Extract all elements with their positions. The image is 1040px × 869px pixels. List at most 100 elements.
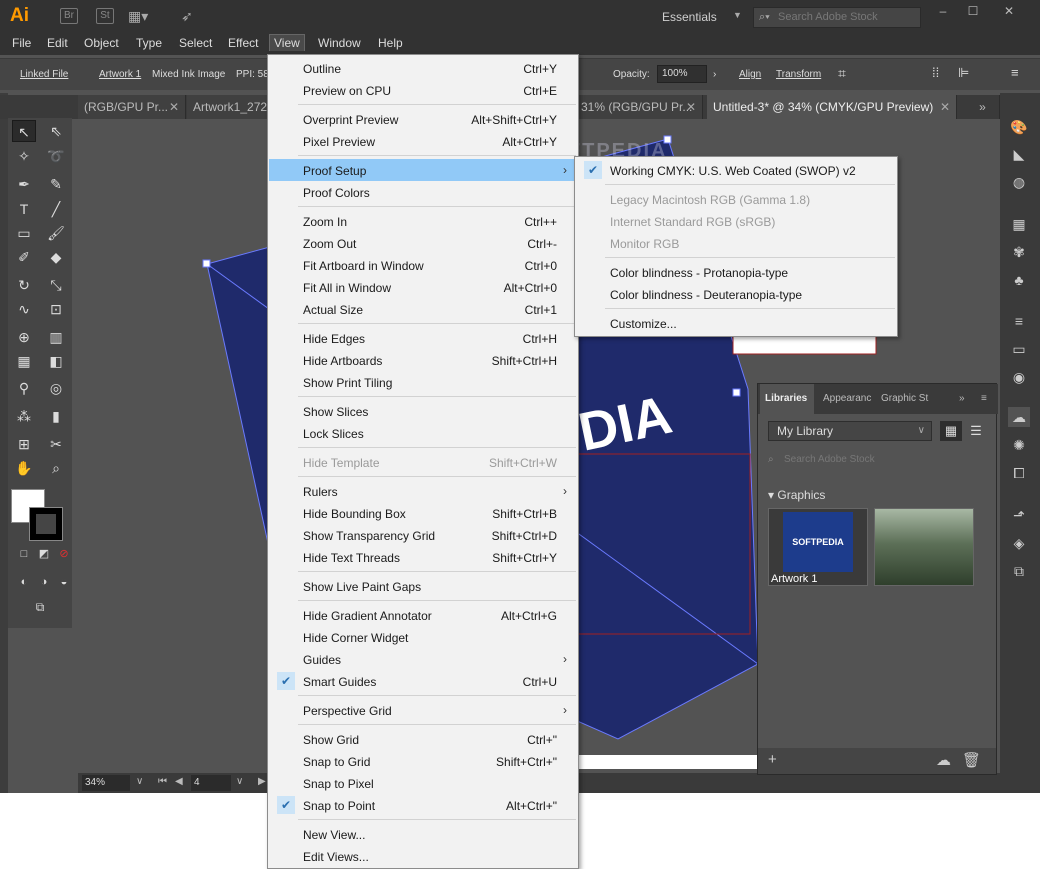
menu-item-smart-guides[interactable]: ✔ Smart Guides Ctrl+U: [269, 670, 577, 692]
distribute-icon[interactable]: ⊫: [958, 65, 969, 81]
draw-inside-icon[interactable]: ◒: [52, 571, 76, 593]
rectangle-tool-icon[interactable]: ▭: [12, 222, 36, 244]
blend-tool-icon[interactable]: ◎: [44, 377, 68, 399]
tab-libraries[interactable]: Libraries: [760, 384, 814, 414]
panel-menu-icon[interactable]: ≡: [1011, 65, 1019, 80]
minimize-button[interactable]: –: [928, 4, 958, 18]
menu-item-show-transparency-grid[interactable]: Show Transparency Grid Shift+Ctrl+D: [269, 524, 577, 546]
tab-doc-active[interactable]: Untitled-3* @ 34% (CMYK/GPU Preview) ✕: [707, 95, 957, 119]
menu-item-perspective-grid[interactable]: Perspective Grid ›: [269, 699, 577, 721]
pen-tool-icon[interactable]: ✒: [12, 173, 36, 195]
tab-doc-3[interactable]: 31% (RGB/GPU Pr... ✕: [575, 95, 703, 119]
rotate-tool-icon[interactable]: ↻: [12, 274, 36, 296]
menu-item-overprint-preview[interactable]: Overprint Preview Alt+Shift+Ctrl+Y: [269, 108, 577, 130]
workspace-switcher[interactable]: Essentials: [662, 10, 717, 24]
mesh-tool-icon[interactable]: ▦: [12, 350, 36, 372]
slice-tool-icon[interactable]: ✂: [44, 433, 68, 455]
grid-view-icon[interactable]: ▦: [940, 421, 962, 441]
chevron-down-icon[interactable]: ∨: [136, 776, 143, 787]
type-tool-icon[interactable]: T: [12, 198, 36, 220]
add-content-icon[interactable]: +: [768, 751, 777, 768]
menu-item-guides[interactable]: Guides ›: [269, 648, 577, 670]
submenu-item-deuteranopia[interactable]: Color blindness - Deuteranopia-type: [576, 283, 898, 305]
stroke-icon[interactable]: ≡: [1008, 311, 1030, 331]
zoom-field[interactable]: 34%: [82, 775, 130, 791]
menu-item-fit-artboard[interactable]: Fit Artboard in Window Ctrl+0: [269, 254, 577, 276]
chevron-right-icon[interactable]: ›: [713, 69, 716, 80]
creative-cloud-icon[interactable]: ☁: [936, 751, 951, 769]
selection-tool-icon[interactable]: ↖: [12, 120, 36, 142]
stock-icon[interactable]: St: [96, 8, 114, 24]
swatches-icon[interactable]: ▦: [1008, 214, 1030, 234]
symbol-sprayer-tool-icon[interactable]: ⁂: [12, 405, 36, 427]
tab-appearance[interactable]: Appearanc: [818, 384, 873, 414]
color-icon[interactable]: 🎨: [1008, 117, 1030, 137]
menu-view[interactable]: View: [269, 34, 305, 51]
menu-item-lock-slices[interactable]: Lock Slices: [269, 422, 577, 444]
eraser-tool-icon[interactable]: ◆: [44, 246, 68, 268]
paintbrush-tool-icon[interactable]: 🖌: [44, 222, 68, 244]
more-tabs-icon[interactable]: »: [960, 95, 1000, 119]
bridge-icon[interactable]: Br: [60, 8, 78, 24]
submenu-item-working-cmyk[interactable]: ✔ Working CMYK: U.S. Web Coated (SWOP) v2: [576, 159, 898, 181]
stroke-swatch[interactable]: [29, 507, 63, 541]
arrange-documents-icon[interactable]: ▦▾: [128, 8, 148, 24]
trash-icon[interactable]: 🗑: [962, 751, 981, 769]
menu-item-rulers[interactable]: Rulers ›: [269, 480, 577, 502]
linked-file-link[interactable]: Linked File: [20, 69, 68, 80]
submenu-item-protanopia[interactable]: Color blindness - Protanopia-type: [576, 261, 898, 283]
graphic-styles-icon[interactable]: ⧠: [1008, 463, 1030, 483]
menu-item-new-view[interactable]: New View...: [269, 823, 577, 845]
direct-selection-tool-icon[interactable]: ⇖: [44, 120, 68, 142]
menu-item-zoom-out[interactable]: Zoom Out Ctrl+-: [269, 232, 577, 254]
appearance-icon[interactable]: ✺: [1008, 435, 1030, 455]
list-view-icon[interactable]: ☰: [965, 421, 987, 441]
menu-item-preview-on-cpu[interactable]: Preview on CPU Ctrl+E: [269, 79, 577, 101]
zoom-tool-icon[interactable]: ⌕: [44, 457, 68, 479]
menu-item-show-slices[interactable]: Show Slices: [269, 400, 577, 422]
menu-help[interactable]: Help: [378, 36, 403, 50]
scale-tool-icon[interactable]: ⤡: [44, 274, 68, 296]
magic-wand-tool-icon[interactable]: ✧: [12, 145, 36, 167]
arrange-icon[interactable]: ⁞⁞: [932, 65, 939, 80]
menu-item-hide-bounding-box[interactable]: Hide Bounding Box Shift+Ctrl+B: [269, 502, 577, 524]
line-tool-icon[interactable]: ╱: [44, 198, 68, 220]
isolate-icon[interactable]: ⌗: [838, 65, 846, 82]
anchor-point[interactable]: [202, 259, 211, 268]
maximize-button[interactable]: ☐: [958, 4, 988, 18]
opacity-field[interactable]: 100%: [657, 65, 707, 83]
close-button[interactable]: ✕: [994, 4, 1024, 18]
next-artboard-icon[interactable]: ▶: [258, 776, 266, 787]
menu-item-hide-text-threads[interactable]: Hide Text Threads Shift+Ctrl+Y: [269, 546, 577, 568]
artboards-icon[interactable]: ⧉: [1008, 561, 1030, 581]
color-guide-icon[interactable]: ◣: [1008, 144, 1030, 164]
menu-item-hide-artboards[interactable]: Hide Artboards Shift+Ctrl+H: [269, 349, 577, 371]
menu-item-proof-colors[interactable]: Proof Colors: [269, 181, 577, 203]
menu-item-actual-size[interactable]: Actual Size Ctrl+1: [269, 298, 577, 320]
menu-effect[interactable]: Effect: [228, 36, 258, 50]
tab-doc-1[interactable]: (RGB/GPU Pr... ✕: [78, 95, 186, 119]
artwork-link[interactable]: Artwork 1: [99, 69, 141, 80]
menu-select[interactable]: Select: [179, 36, 212, 50]
prev-artboard-icon[interactable]: ◀: [175, 776, 183, 787]
submenu-item-customize[interactable]: Customize...: [576, 312, 898, 334]
menu-item-edit-views[interactable]: Edit Views...: [269, 845, 577, 867]
graphics-section-header[interactable]: ▾ Graphics: [768, 488, 825, 502]
close-tab-icon[interactable]: ✕: [940, 95, 950, 119]
menu-item-outline[interactable]: Outline Ctrl+Y: [269, 57, 577, 79]
chevron-down-icon[interactable]: ∨: [236, 776, 243, 787]
transparency-icon[interactable]: ◉: [1008, 367, 1030, 387]
menu-item-pixel-preview[interactable]: Pixel Preview Alt+Ctrl+Y: [269, 130, 577, 152]
menu-item-snap-to-grid[interactable]: Snap to Grid Shift+Ctrl+": [269, 750, 577, 772]
column-graph-tool-icon[interactable]: ▮: [44, 405, 68, 427]
curvature-tool-icon[interactable]: ✎: [44, 173, 68, 195]
shape-builder-tool-icon[interactable]: ⊕: [12, 326, 36, 348]
menu-item-snap-to-point[interactable]: ✔ Snap to Point Alt+Ctrl+": [269, 794, 577, 816]
graphic-thumb-forest[interactable]: [874, 508, 974, 586]
menu-window[interactable]: Window: [318, 36, 361, 50]
menu-item-hide-corner-widget[interactable]: Hide Corner Widget: [269, 626, 577, 648]
graphic-thumb-artwork1[interactable]: SOFTPEDIA Artwork 1: [768, 508, 868, 586]
first-artboard-icon[interactable]: ⏮: [158, 776, 167, 787]
search-stock-input[interactable]: ⌕▾ Search Adobe Stock: [753, 7, 921, 28]
libraries-icon[interactable]: ☁: [1008, 407, 1030, 427]
